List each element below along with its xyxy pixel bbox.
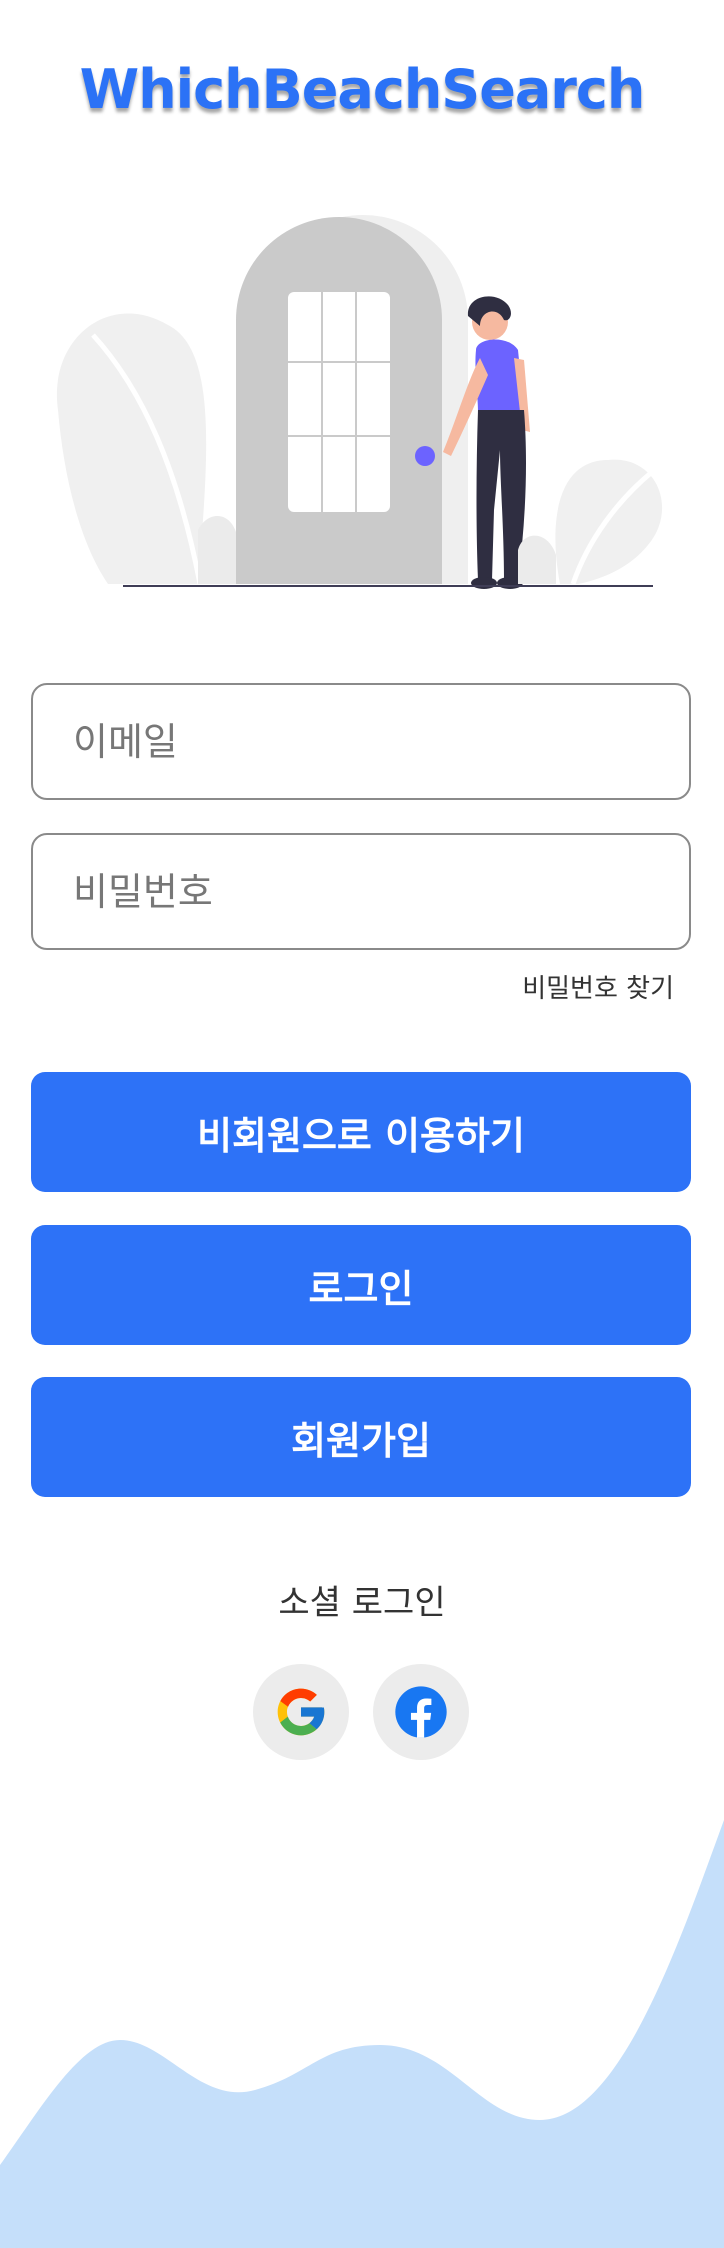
door-illustration (56, 215, 663, 589)
find-password-link[interactable]: 비밀번호 찾기 (522, 968, 674, 1005)
app-title: WhichBeachSearch (79, 58, 646, 121)
signup-button[interactable]: 회원가입 (31, 1377, 691, 1497)
door-knob (415, 446, 435, 466)
google-icon (277, 1688, 325, 1736)
login-button[interactable]: 로그인 (31, 1225, 691, 1345)
google-login-button[interactable] (253, 1664, 349, 1760)
door-window (288, 292, 390, 512)
email-input[interactable] (31, 683, 691, 800)
guest-button[interactable]: 비회원으로 이용하기 (31, 1072, 691, 1192)
social-login-label: 소셜 로그인 (278, 1583, 446, 1623)
facebook-login-button[interactable] (373, 1664, 469, 1760)
decorative-wave (0, 1820, 724, 2248)
plant-left (56, 313, 207, 584)
password-input[interactable] (31, 833, 691, 950)
facebook-icon (395, 1686, 447, 1738)
